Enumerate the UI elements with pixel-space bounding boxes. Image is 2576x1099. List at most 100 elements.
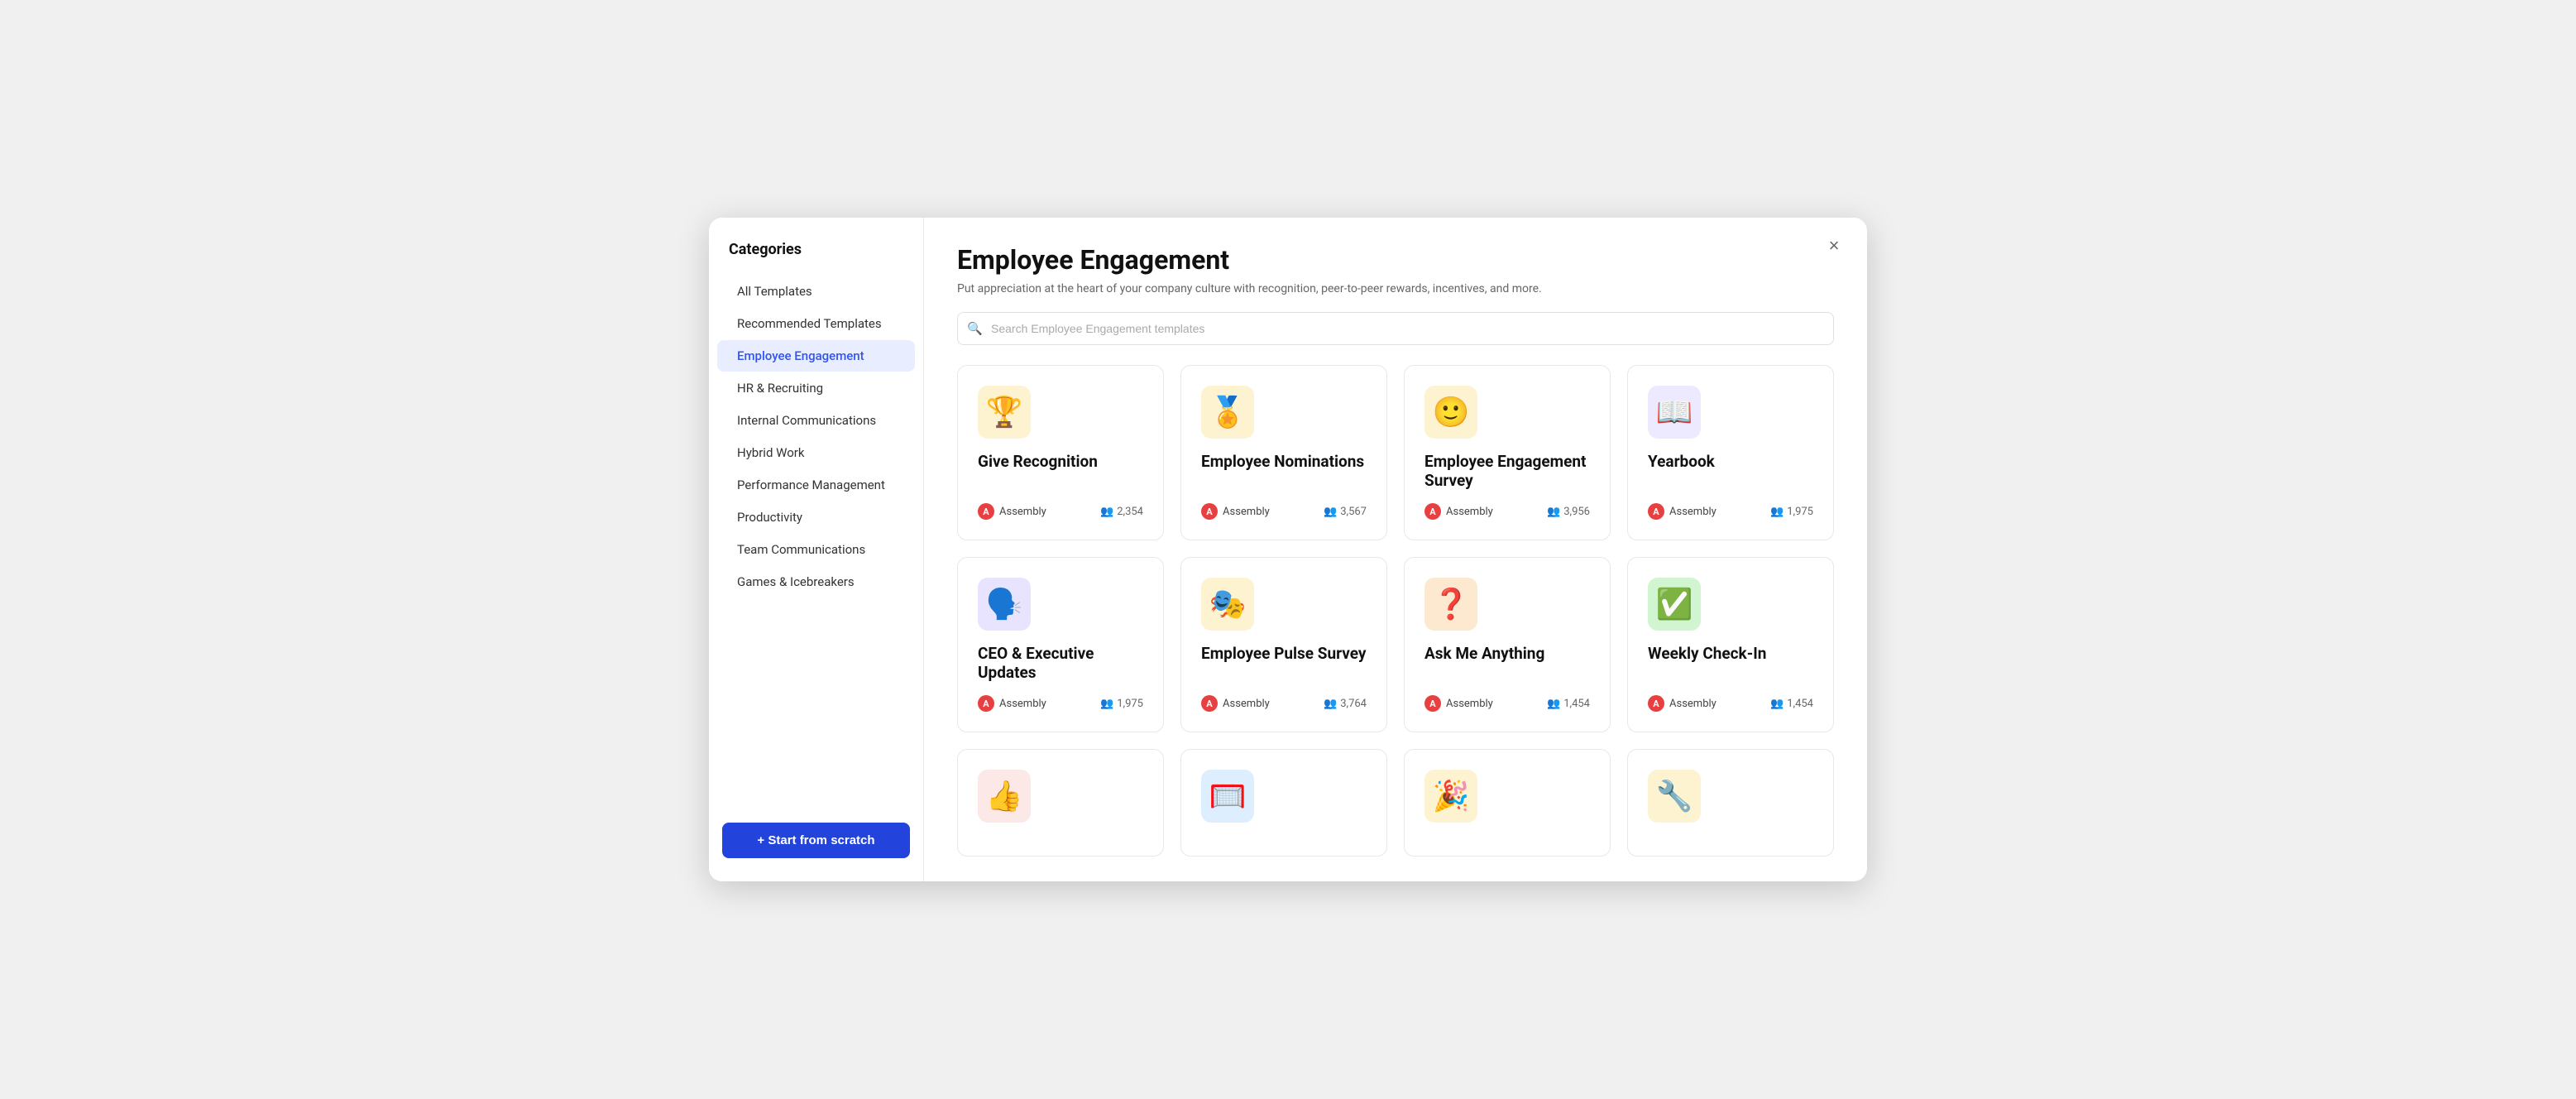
start-from-scratch-button[interactable]: + Start from scratch — [722, 823, 910, 858]
card-brand: AAssembly — [1648, 695, 1717, 712]
main-header: Employee Engagement Put appreciation at … — [924, 218, 1867, 312]
card-footer: A Assembly 👥1,975 — [1648, 503, 1813, 520]
sidebar-nav: All TemplatesRecommended TemplatesEmploy… — [709, 275, 923, 809]
card-title: Employee Pulse Survey — [1201, 644, 1367, 682]
sidebar-item-employee-engagement[interactable]: Employee Engagement — [717, 340, 915, 372]
card-icon: 🎉 — [1424, 770, 1477, 823]
card-count: 👥1,975 — [1100, 698, 1143, 710]
card-brand: A Assembly — [1201, 695, 1270, 712]
card-brand: A Assembly — [1648, 503, 1717, 520]
sidebar-item-hybrid-work[interactable]: Hybrid Work — [717, 437, 915, 468]
main-content: Employee Engagement Put appreciation at … — [924, 218, 1867, 881]
assembly-logo-icon: A — [1424, 503, 1441, 520]
brand-name: Assembly — [1223, 698, 1270, 710]
assembly-logo-icon: A — [1648, 695, 1664, 712]
card-footer: A Assembly 👥3,567 — [1201, 503, 1367, 520]
brand-name: Assembly — [1446, 506, 1493, 518]
card-icon: 🥅 — [1201, 770, 1254, 823]
brand-name: Assembly — [999, 698, 1046, 710]
templates-grid: 🏆 Give Recognition A Assembly 👥 2,354 🏅 Employe… — [924, 365, 1867, 881]
template-card[interactable]: 🔧 — [1627, 749, 1834, 857]
card-title: Weekly Check-In — [1648, 644, 1813, 682]
card-footer: A Assembly 👥 2,354 — [978, 503, 1143, 520]
card-icon: 🔧 — [1648, 770, 1701, 823]
template-card[interactable]: ✅ Weekly Check-In AAssembly 👥1,454 — [1627, 557, 1834, 732]
count-value: 1,454 — [1787, 698, 1813, 710]
card-icon: 🙂 — [1424, 386, 1477, 439]
card-footer: A Assembly 👥1,975 — [978, 695, 1143, 712]
count-value: 3,956 — [1563, 506, 1590, 518]
brand-name: Assembly — [999, 506, 1046, 518]
card-count: 👥3,956 — [1547, 506, 1590, 518]
brand-name: Assembly — [1669, 506, 1717, 518]
card-footer: A Assembly 👥1,454 — [1424, 695, 1590, 712]
people-icon: 👥 — [1770, 506, 1784, 518]
sidebar-item-internal-communications[interactable]: Internal Communications — [717, 405, 915, 436]
card-title: Give Recognition — [978, 452, 1143, 490]
card-title: Employee Engagement Survey — [1424, 452, 1590, 490]
card-count: 👥1,454 — [1770, 698, 1813, 710]
count-value: 1,975 — [1117, 698, 1143, 710]
sidebar-item-team-communications[interactable]: Team Communications — [717, 534, 915, 565]
template-card[interactable]: 🏆 Give Recognition A Assembly 👥 2,354 — [957, 365, 1164, 540]
assembly-logo-icon: A — [1201, 695, 1218, 712]
card-icon: 🎭 — [1201, 578, 1254, 631]
sidebar: Categories All TemplatesRecommended Temp… — [709, 218, 924, 881]
brand-name: Assembly — [1223, 506, 1270, 518]
sidebar-item-productivity[interactable]: Productivity — [717, 502, 915, 533]
people-icon: 👥 — [1100, 506, 1113, 518]
assembly-logo-icon: A — [978, 503, 994, 520]
template-card[interactable]: 🥅 — [1180, 749, 1387, 857]
count-value: 1,454 — [1563, 698, 1590, 710]
sidebar-item-recommended-templates[interactable]: Recommended Templates — [717, 308, 915, 339]
close-button[interactable]: × — [1821, 233, 1847, 259]
template-card[interactable]: 🏅Employee NominationsAAssembly👥3,567 — [1180, 365, 1387, 540]
sidebar-footer: + Start from scratch — [709, 809, 923, 865]
count-value: 3,567 — [1340, 506, 1367, 518]
card-count: 👥1,454 — [1547, 698, 1590, 710]
page-subtitle: Put appreciation at the heart of your co… — [957, 282, 1834, 295]
page-title: Employee Engagement — [957, 244, 1834, 276]
template-card[interactable]: 🙂 Employee Engagement Survey A Assembly 👥3,9… — [1404, 365, 1611, 540]
template-card[interactable]: 🎭 Employee Pulse Survey A Assembly 👥3,764 — [1180, 557, 1387, 732]
count-value: 2,354 — [1117, 506, 1143, 518]
template-card[interactable]: ❓ Ask Me Anything A Assembly 👥1,454 — [1404, 557, 1611, 732]
card-count: 👥3,764 — [1324, 698, 1367, 710]
people-icon: 👥 — [1324, 698, 1337, 710]
people-icon: 👥 — [1324, 506, 1337, 518]
card-icon: ❓ — [1424, 578, 1477, 631]
card-title: CEO & Executive Updates — [978, 644, 1143, 682]
search-input[interactable] — [957, 312, 1834, 345]
card-title: Yearbook — [1648, 452, 1813, 490]
card-brand: A Assembly — [1201, 503, 1270, 520]
count-value: 3,764 — [1340, 698, 1367, 710]
assembly-logo-icon: A — [1201, 503, 1218, 520]
card-title: Ask Me Anything — [1424, 644, 1590, 682]
sidebar-title: Categories — [709, 241, 923, 275]
card-count: 👥1,975 — [1770, 506, 1813, 518]
people-icon: 👥 — [1547, 506, 1560, 518]
assembly-logo-icon: A — [1648, 503, 1664, 520]
card-icon: 🏅 — [1201, 386, 1254, 439]
sidebar-item-performance-management[interactable]: Performance Management — [717, 469, 915, 501]
template-card[interactable]: 👍 — [957, 749, 1164, 857]
sidebar-item-hr-recruiting[interactable]: HR & Recruiting — [717, 372, 915, 404]
sidebar-item-all-templates[interactable]: All Templates — [717, 276, 915, 307]
people-icon: 👥 — [1770, 698, 1784, 710]
template-card[interactable]: 📖YearbookAAssembly👥1,975 — [1627, 365, 1834, 540]
sidebar-item-games-icebreakers[interactable]: Games & Icebreakers — [717, 566, 915, 597]
card-count: 👥3,567 — [1324, 506, 1367, 518]
card-icon: 🏆 — [978, 386, 1031, 439]
brand-name: Assembly — [1446, 698, 1493, 710]
card-brand: A Assembly — [978, 695, 1046, 712]
template-card[interactable]: 🎉 — [1404, 749, 1611, 857]
cards-grid: 🏆 Give Recognition A Assembly 👥 2,354 🏅 Employe… — [957, 365, 1834, 857]
card-icon: 🗣️ — [978, 578, 1031, 631]
search-bar: 🔍 — [957, 312, 1834, 345]
template-card[interactable]: 🗣️ CEO & Executive Updates A Assembly 👥1,975 — [957, 557, 1164, 732]
modal: × Categories All TemplatesRecommended Te… — [709, 218, 1867, 881]
assembly-logo-icon: A — [1424, 695, 1441, 712]
card-footer: A Assembly 👥3,764 — [1201, 695, 1367, 712]
assembly-logo-icon: A — [978, 695, 994, 712]
card-icon: ✅ — [1648, 578, 1701, 631]
